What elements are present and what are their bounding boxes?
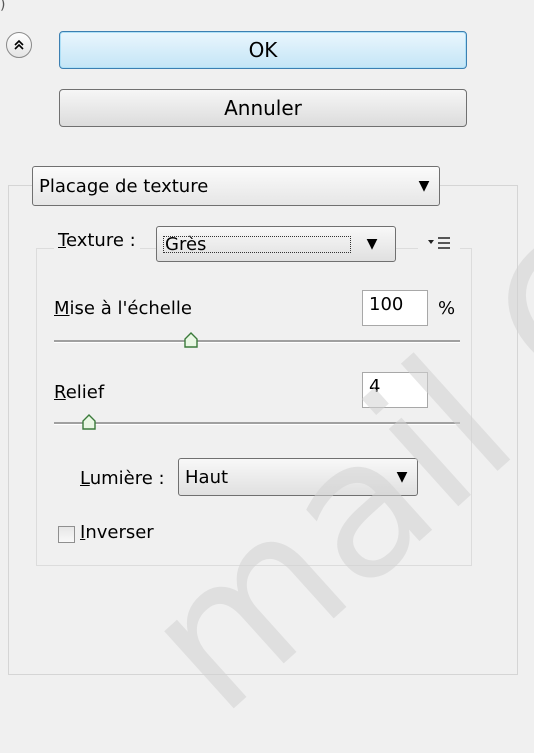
scale-input[interactable]: 100 <box>362 290 428 326</box>
scale-slider-thumb[interactable] <box>184 332 198 348</box>
texture-menu-icon[interactable] <box>418 234 460 252</box>
invert-checkbox[interactable] <box>58 526 75 543</box>
relief-input[interactable]: 4 <box>362 372 428 408</box>
relief-label: Relief <box>54 382 105 403</box>
relief-slider-track[interactable] <box>54 422 460 425</box>
cancel-button[interactable]: Annuler <box>59 89 467 127</box>
mode-select[interactable]: Placage de texture ▼ <box>32 166 440 206</box>
texture-label: Texture : <box>54 230 140 251</box>
light-select[interactable]: Haut ▼ <box>178 458 418 496</box>
collapse-icon[interactable] <box>6 32 32 58</box>
ok-button[interactable]: OK <box>59 31 467 69</box>
scale-slider-track[interactable] <box>54 340 460 343</box>
light-label: Lumière : <box>80 468 165 489</box>
chevron-down-icon: ▼ <box>418 178 430 194</box>
scale-label: Mise à l'échelle <box>54 298 192 319</box>
texture-select-value: Grès <box>161 234 353 255</box>
corner-mark: ) <box>0 0 6 13</box>
texture-select[interactable]: Grès ▼ <box>156 226 396 262</box>
mode-select-value: Placage de texture <box>39 175 209 197</box>
chevron-down-icon: ▼ <box>366 236 378 252</box>
scale-unit: % <box>438 298 456 319</box>
invert-label: Inverser <box>80 522 154 543</box>
light-select-value: Haut <box>185 466 229 488</box>
chevron-down-icon: ▼ <box>396 469 408 485</box>
relief-slider-thumb[interactable] <box>82 414 96 430</box>
